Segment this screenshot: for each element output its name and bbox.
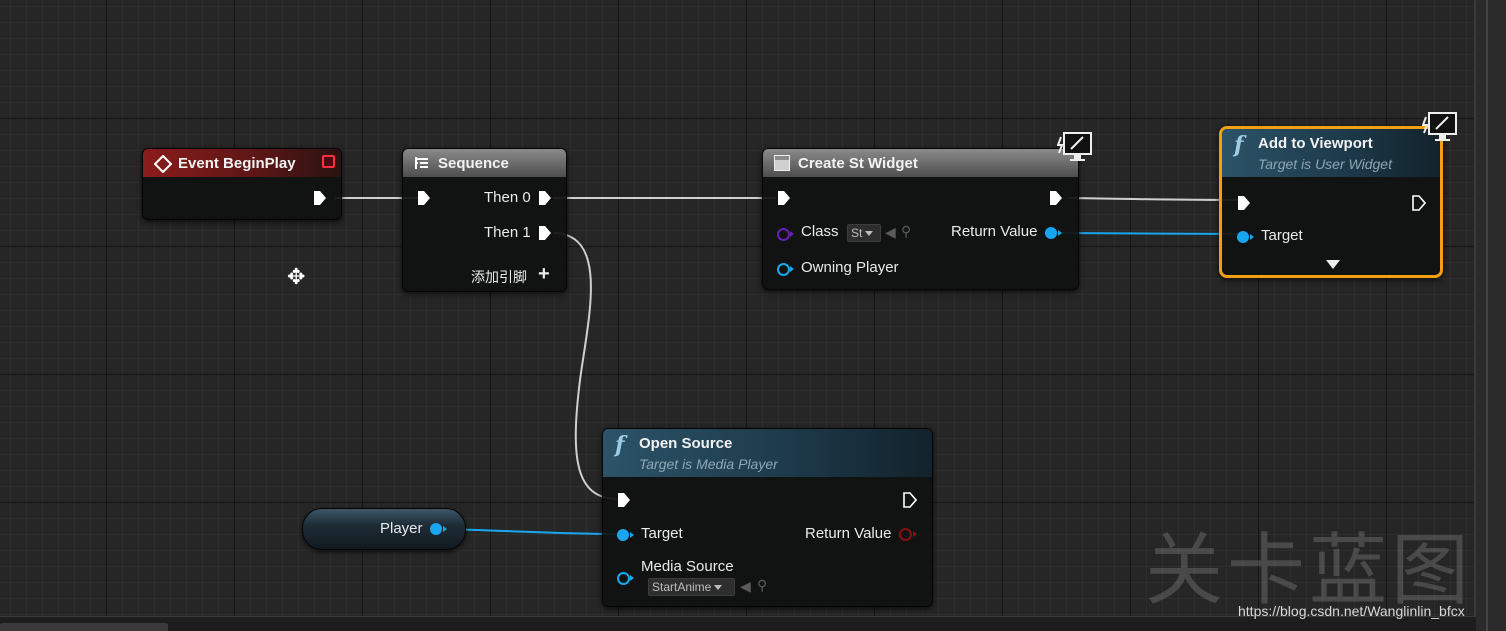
then0-pin-icon[interactable] <box>538 190 552 206</box>
owning-player-label: Owning Player <box>801 259 899 276</box>
target-label: Target <box>641 525 683 542</box>
sequence-header: Sequence <box>403 149 566 177</box>
exec-out-pin-icon[interactable] <box>313 190 327 206</box>
target-pin-arrow <box>630 532 634 538</box>
media-source-dropdown[interactable]: StartAnime <box>648 578 735 596</box>
class-pin-icon[interactable] <box>777 228 790 241</box>
browse-search-icon[interactable]: ⚲ <box>901 223 911 240</box>
class-pin-arrow <box>790 231 794 237</box>
player-pin-arrow <box>443 526 447 532</box>
object-wire-return-target <box>1059 232 1241 235</box>
sequence-title: Sequence <box>438 155 509 172</box>
add-to-viewport-header: f Add to Viewport Target is User Widget <box>1222 129 1440 177</box>
function-icon: f <box>1234 132 1244 158</box>
media-source-dropdown-value: StartAnime <box>652 580 712 594</box>
add-to-viewport-subtitle: Target is User Widget <box>1258 156 1392 172</box>
class-label: Class <box>801 223 839 240</box>
event-begin-play-node[interactable]: Event BeginPlay <box>142 148 342 220</box>
target-label: Target <box>1261 227 1303 244</box>
media-source-label: Media Source <box>641 558 734 575</box>
player-label: Player <box>380 520 423 537</box>
source-credit-text: https://blog.csdn.net/Wanglinlin_bfcx <box>1238 603 1465 619</box>
add-to-viewport-node[interactable]: f Add to Viewport Target is User Widget … <box>1219 126 1443 278</box>
then0-label: Then 0 <box>484 189 531 206</box>
delegate-pin-icon[interactable] <box>322 155 335 168</box>
exec-out-pin-icon[interactable] <box>1049 190 1063 206</box>
return-value-pin-icon[interactable] <box>899 528 912 541</box>
open-source-header: f Open Source Target is Media Player <box>603 429 932 477</box>
target-pin-arrow <box>1250 234 1254 240</box>
client-only-monitor-icon <box>1422 112 1457 141</box>
owning-player-pin-arrow <box>790 266 794 272</box>
exec-in-pin-icon[interactable] <box>617 492 631 508</box>
client-only-monitor-icon <box>1057 132 1092 161</box>
exec-wire-create-viewport <box>1067 197 1239 201</box>
object-wire-player-target <box>441 528 618 535</box>
return-value-label: Return Value <box>951 223 1038 240</box>
move-cursor-icon: ✥ <box>287 264 306 289</box>
use-selected-arrow-icon[interactable]: ◀ <box>740 578 751 595</box>
then1-pin-icon[interactable] <box>538 225 552 241</box>
player-variable-node[interactable]: Player <box>302 508 466 550</box>
browse-search-icon[interactable]: ⚲ <box>757 577 767 594</box>
then1-label: Then 1 <box>484 224 531 241</box>
expand-arrow-icon[interactable] <box>1326 260 1340 269</box>
owning-player-pin-icon[interactable] <box>777 263 790 276</box>
dropdown-caret-icon <box>865 231 874 237</box>
plus-icon[interactable]: + <box>538 263 550 286</box>
open-source-subtitle: Target is Media Player <box>639 456 778 472</box>
create-widget-node[interactable]: Create St Widget Class St ◀ ⚲ Return Val… <box>762 148 1079 290</box>
add-pin-button[interactable]: 添加引脚 <box>471 267 527 287</box>
exec-in-pin-icon[interactable] <box>417 190 431 206</box>
event-begin-play-title: Event BeginPlay <box>178 155 296 172</box>
media-source-pin-icon[interactable] <box>617 572 630 585</box>
exec-out-pin-icon[interactable] <box>903 492 917 508</box>
sequence-icon <box>415 157 428 169</box>
class-dropdown-value: St <box>851 226 863 240</box>
event-diamond-icon <box>154 155 172 173</box>
return-value-label: Return Value <box>805 525 892 542</box>
class-dropdown[interactable]: St <box>847 224 881 242</box>
exec-in-pin-icon[interactable] <box>777 190 791 206</box>
return-value-pin-icon[interactable] <box>1045 227 1057 239</box>
dropdown-caret-icon <box>714 585 723 591</box>
widget-icon <box>774 155 790 171</box>
sequence-node[interactable]: Sequence Then 0 Then 1 添加引脚 + <box>402 148 567 292</box>
exec-in-pin-icon[interactable] <box>1237 195 1251 211</box>
function-icon: f <box>615 432 625 458</box>
return-value-pin-arrow <box>1058 230 1062 236</box>
create-widget-header: Create St Widget <box>763 149 1078 177</box>
create-widget-title: Create St Widget <box>798 155 918 172</box>
use-selected-arrow-icon[interactable]: ◀ <box>885 224 896 241</box>
open-source-title: Open Source <box>639 435 733 452</box>
target-pin-icon[interactable] <box>617 529 629 541</box>
media-source-pin-arrow <box>630 575 634 581</box>
player-pin-icon[interactable] <box>430 523 442 535</box>
exec-out-pin-icon[interactable] <box>1412 195 1426 211</box>
add-to-viewport-title: Add to Viewport <box>1258 135 1373 152</box>
event-begin-play-header: Event BeginPlay <box>143 149 341 177</box>
target-pin-icon[interactable] <box>1237 231 1249 243</box>
return-value-pin-arrow <box>913 531 917 537</box>
open-source-node[interactable]: f Open Source Target is Media Player Tar… <box>602 428 933 607</box>
